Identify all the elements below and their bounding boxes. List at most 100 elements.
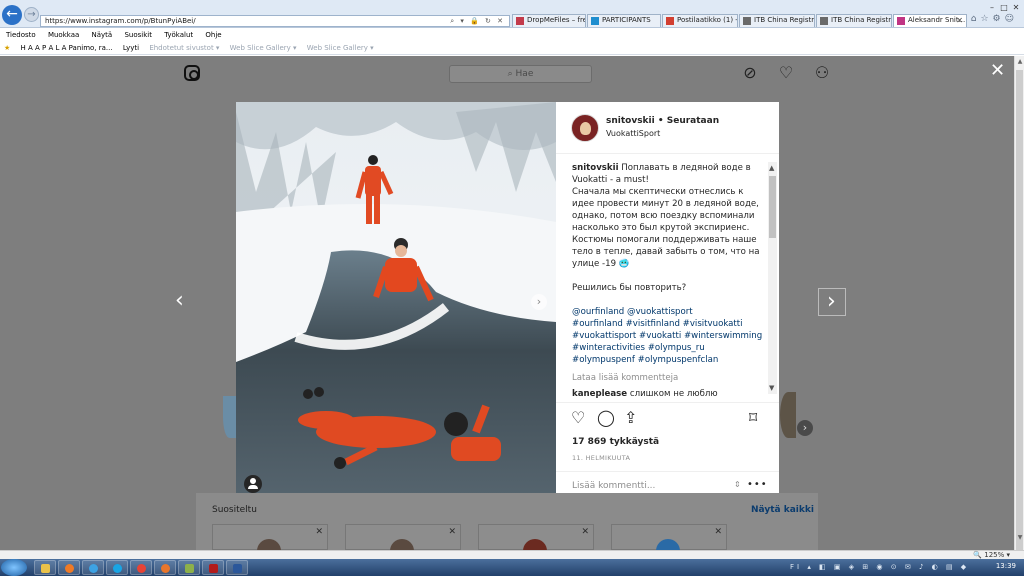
menu-help[interactable]: Ohje <box>205 31 221 39</box>
caption-scroll-up-icon[interactable]: ▲ <box>769 164 774 172</box>
minimize-icon[interactable]: – <box>986 3 998 13</box>
post-photo[interactable]: › <box>236 102 556 501</box>
forward-icon[interactable]: → <box>24 7 39 22</box>
menu-favorites[interactable]: Suosikit <box>124 31 152 39</box>
instagram-logo-icon[interactable] <box>184 65 200 81</box>
like-heart-icon[interactable]: ♡ <box>571 409 585 427</box>
scrollbar-thumb[interactable] <box>1016 70 1023 550</box>
post-header: snitovskii • Seurataan VuokattiSport <box>556 102 779 154</box>
tab-favicon <box>743 17 751 25</box>
taskbar-word-icon[interactable] <box>226 560 248 575</box>
settings-gear-icon[interactable]: ⚙ <box>993 14 1005 24</box>
suggestion-card[interactable]: ✕ <box>212 524 328 563</box>
search-placeholder: Hae <box>515 69 534 79</box>
prev-post-arrow-icon[interactable]: ‹ <box>175 290 184 312</box>
next-post-button[interactable]: › <box>818 288 846 316</box>
explore-compass-icon[interactable]: ⊘ <box>741 64 759 82</box>
post-location[interactable]: VuokattiSport <box>606 129 660 138</box>
zoom-value: 125% <box>984 551 1005 559</box>
activity-heart-icon[interactable]: ♡ <box>777 64 795 82</box>
dismiss-icon[interactable]: ✕ <box>581 527 589 537</box>
address-text[interactable]: https://www.instagram.com/p/BtunPyiABei/ <box>45 17 196 25</box>
taskbar-explorer-icon[interactable] <box>34 560 56 575</box>
taskbar-ie-icon[interactable] <box>82 560 104 575</box>
window-close-icon[interactable]: ✕ <box>1010 3 1022 13</box>
page-scrollbar[interactable]: ▲ ▼ <box>1014 56 1024 550</box>
share-icon[interactable]: ⇪ <box>624 409 637 427</box>
taskbar-firefox-icon[interactable] <box>154 560 176 575</box>
fav-web-slice-2[interactable]: Web Slice Gallery ▾ <box>307 41 374 55</box>
home-icon[interactable]: ⌂ <box>971 14 981 24</box>
favorites-star-icon[interactable]: ☆ <box>980 14 992 24</box>
caption-username[interactable]: snitovskii <box>572 163 619 173</box>
caption-hashtags[interactable]: #ourfinland #visitfinland #visitvuokatti… <box>572 318 768 366</box>
tab-close-icon[interactable]: ✕ <box>956 15 963 26</box>
suggestion-card[interactable]: ✕ <box>478 524 594 563</box>
menu-tools[interactable]: Työkalut <box>164 31 193 39</box>
start-button-icon[interactable] <box>1 559 27 576</box>
address-bar[interactable]: https://www.instagram.com/p/BtunPyiABei/… <box>40 15 510 27</box>
tab-favicon <box>516 17 524 25</box>
close-modal-icon[interactable]: ✕ <box>990 62 1005 80</box>
scroll-down-icon[interactable]: ▼ <box>1016 534 1024 541</box>
system-tray-icons[interactable]: FI ▴ ◧ ▣ ◈ ⊞ ◉ ⊙ ✉ ♪ ◐ ▤ ◆ <box>790 563 970 572</box>
taskbar-acrobat-icon[interactable] <box>202 560 224 575</box>
tab-itb-china-1[interactable]: ITB China Registrati... <box>739 14 815 27</box>
save-bookmark-icon[interactable]: ⌑ <box>749 409 757 427</box>
post-author[interactable]: snitovskii • Seurataan <box>606 116 719 126</box>
tab-participants[interactable]: PARTICIPANTS <box>587 14 661 27</box>
maximize-icon[interactable]: □ <box>998 3 1010 13</box>
taskbar-skype-icon[interactable] <box>106 560 128 575</box>
caption-scroll-thumb[interactable] <box>769 176 776 238</box>
tagged-users-icon[interactable] <box>244 475 262 493</box>
back-icon[interactable]: ← <box>2 5 22 25</box>
like-count[interactable]: 17 869 tykkäystä <box>572 437 659 447</box>
avatar[interactable] <box>571 114 599 142</box>
photo-next-arrow-icon[interactable]: › <box>531 294 547 310</box>
suggestion-card[interactable]: ✕ <box>611 524 727 563</box>
comment-bubble-icon[interactable]: ◯ <box>597 409 615 427</box>
tab-instagram-active[interactable]: Aleksandr Snit... ✕ <box>893 14 967 27</box>
fav-haapala[interactable]: H A A P A L A Panimo, ra... <box>21 41 113 55</box>
tab-dropmefiles[interactable]: DropMeFiles – free ... <box>512 14 586 27</box>
post-date: 11. HELMIKUUTA <box>572 454 631 462</box>
menu-edit[interactable]: Muokkaa <box>48 31 79 39</box>
comment-username[interactable]: kaneplease <box>572 389 627 399</box>
windows-taskbar: FI ▴ ◧ ▣ ◈ ⊞ ◉ ⊙ ✉ ♪ ◐ ▤ ◆ 13:39 <box>0 559 1024 576</box>
tagged-users-head <box>250 478 256 484</box>
favorites-star-icon[interactable]: ★ <box>4 41 10 55</box>
taskbar-photos-icon[interactable] <box>178 560 200 575</box>
search-input[interactable]: ⌕ Hae <box>449 65 592 83</box>
load-more-comments[interactable]: Lataa lisää kommentteja <box>572 372 768 384</box>
tab-itb-china-2[interactable]: ITB China Registrati... <box>816 14 892 27</box>
taskbar-chrome-icon[interactable] <box>130 560 152 575</box>
taskbar-clock[interactable]: 13:39 <box>996 562 1016 570</box>
fav-lyyti[interactable]: Lyyti <box>123 41 139 55</box>
comment-input[interactable]: Lisää kommentti... <box>572 481 655 491</box>
suggestions-title: Suositeltu <box>212 505 257 515</box>
taskbar-media-icon[interactable] <box>58 560 80 575</box>
fav-web-slice-1[interactable]: Web Slice Gallery ▾ <box>230 41 297 55</box>
see-all-link[interactable]: Näytä kaikki <box>751 505 814 515</box>
tab-postilaatikko[interactable]: Postilaatikko (1) - a... <box>662 14 738 27</box>
address-controls-icon[interactable]: ⌕ ▾ 🔒 ↻ ✕ <box>450 16 505 26</box>
caption-scroll-down-icon[interactable]: ▼ <box>769 384 774 392</box>
dismiss-icon[interactable]: ✕ <box>315 527 323 537</box>
menu-view[interactable]: Näytä <box>92 31 113 39</box>
caption-mentions[interactable]: @ourfinland @vuokattisport <box>572 306 768 318</box>
scroll-up-icon[interactable]: ▲ <box>1016 58 1024 65</box>
emoji-spinner-icon[interactable]: ⇕ <box>734 480 741 489</box>
author-username[interactable]: snitovskii <box>606 116 655 126</box>
dismiss-icon[interactable]: ✕ <box>714 527 722 537</box>
fav-suggested-sites[interactable]: Ehdotetut sivustot ▾ <box>149 41 219 55</box>
dismiss-icon[interactable]: ✕ <box>448 527 456 537</box>
suggested-avatar <box>780 392 796 438</box>
smiley-icon[interactable]: ☺ <box>1005 14 1018 24</box>
suggestions-next-icon[interactable]: › <box>797 420 813 436</box>
caption-scrollbar[interactable]: ▲ ▼ <box>768 162 777 394</box>
menu-file[interactable]: Tiedosto <box>6 31 36 39</box>
profile-icon[interactable]: ⚇ <box>813 64 831 82</box>
follow-status[interactable]: Seurataan <box>667 116 719 126</box>
more-options-icon[interactable]: ••• <box>747 479 768 490</box>
suggestion-card[interactable]: ✕ <box>345 524 461 563</box>
